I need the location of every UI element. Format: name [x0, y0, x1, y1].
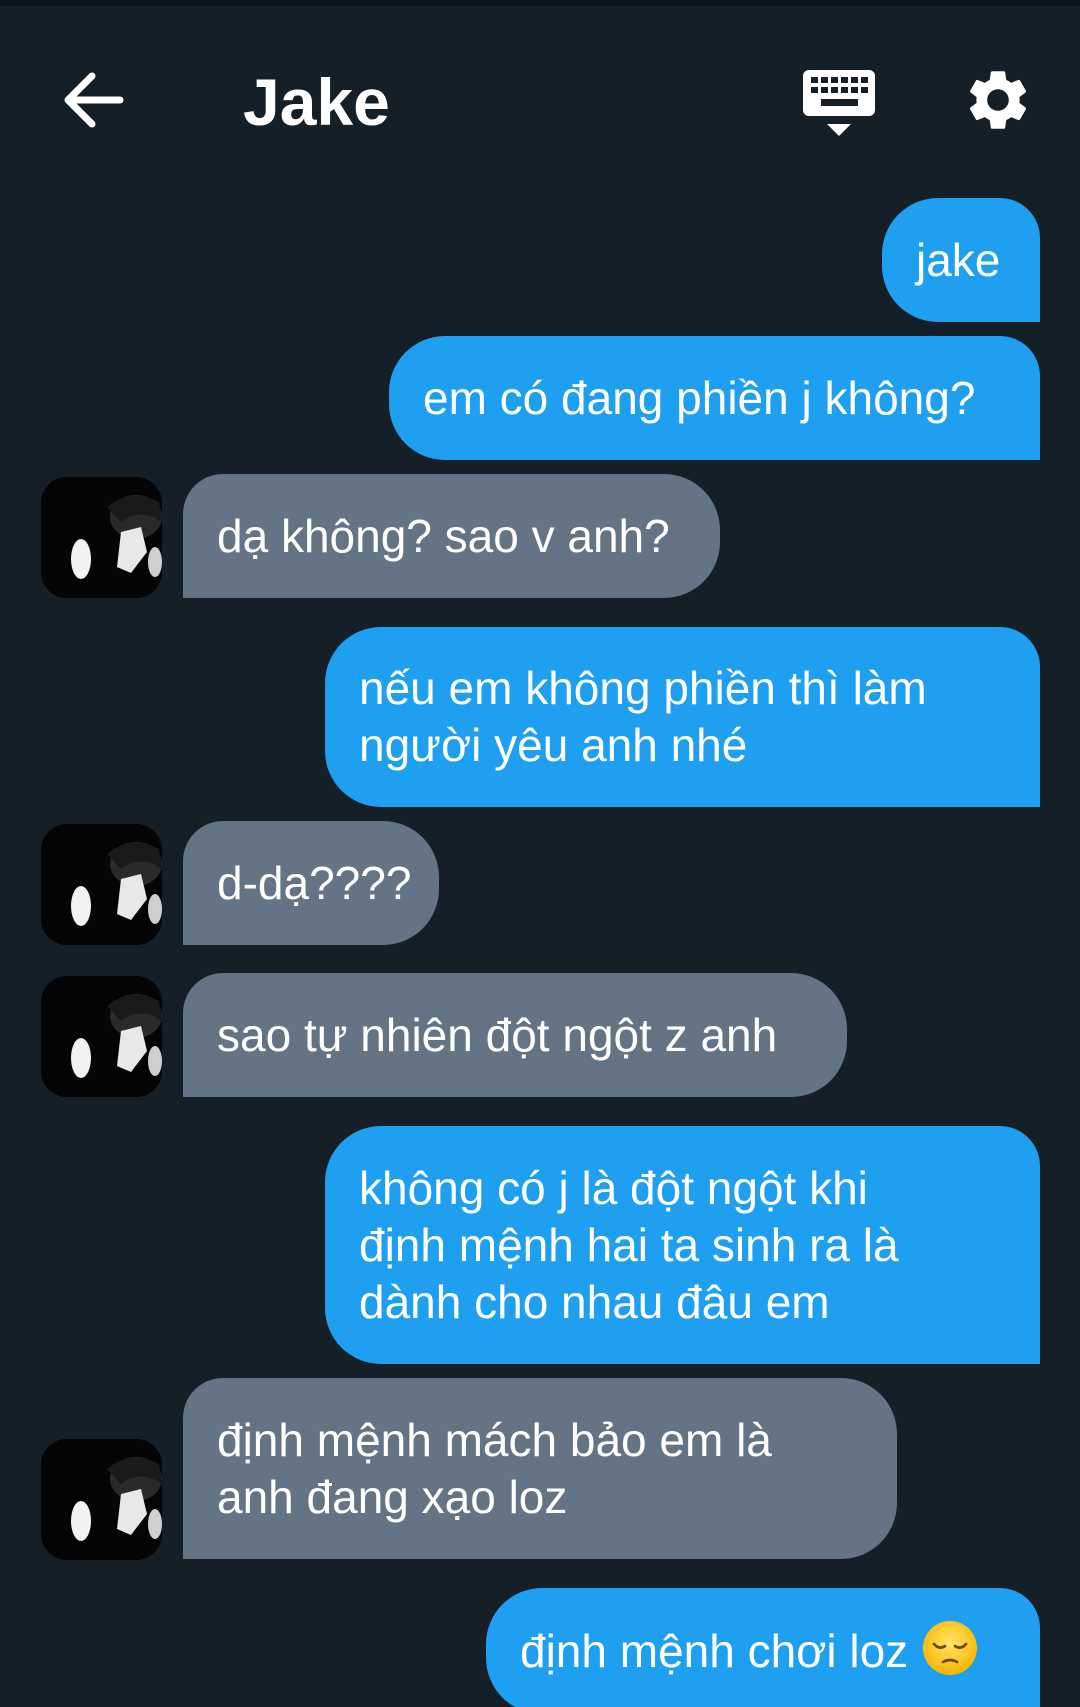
avatar-image	[41, 1439, 162, 1560]
message-received[interactable]: d-dạ????	[183, 821, 439, 945]
message-text: em có đang phiền j không?	[423, 371, 976, 424]
arrow-left-icon	[64, 72, 124, 128]
message-received[interactable]: định mệnh mách bảo em là anh đang xạo lo…	[183, 1378, 897, 1559]
contact-avatar[interactable]	[41, 824, 162, 945]
message-sent[interactable]: không có j là đột ngột khi định mệnh hai…	[325, 1126, 1040, 1364]
message-sent[interactable]: em có đang phiền j không?	[389, 336, 1040, 460]
status-bar-edge	[0, 0, 1080, 6]
contact-avatar[interactable]	[41, 1439, 162, 1560]
message-text-line: người yêu anh nhé	[359, 719, 748, 771]
avatar-image	[41, 824, 162, 945]
keyboard-toggle-button[interactable]	[800, 68, 878, 140]
message-text-line: định mệnh mách bảo em là	[217, 1413, 772, 1466]
chat-screen: Jake jake em có đang phiền j không? dạ k…	[0, 0, 1080, 1707]
message-text: dạ không? sao v anh?	[217, 509, 670, 562]
keyboard-icon	[803, 70, 875, 136]
contact-name: Jake	[243, 65, 390, 139]
message-sent[interactable]: định mệnh chơi loz	[486, 1588, 1040, 1707]
message-text-line: định mệnh hai ta sinh ra là	[359, 1218, 899, 1271]
message-text-line: nếu em không phiền thì làm	[359, 662, 927, 714]
back-button[interactable]	[60, 70, 130, 130]
message-text: jake	[916, 233, 1001, 286]
message-received[interactable]: sao tự nhiên đột ngột z anh	[183, 973, 847, 1097]
contact-avatar[interactable]	[41, 976, 162, 1097]
message-text-line: anh đang xạo loz	[217, 1470, 568, 1523]
settings-button[interactable]	[962, 64, 1034, 136]
message-text-line: không có j là đột ngột khi	[359, 1161, 868, 1214]
message-sent[interactable]: jake	[882, 198, 1040, 322]
message-text: sao tự nhiên đột ngột z anh	[217, 1008, 778, 1061]
message-text: d-dạ????	[217, 856, 412, 909]
message-sent[interactable]: nếu em không phiền thì làm người yêu anh…	[325, 627, 1040, 807]
contact-avatar[interactable]	[41, 477, 162, 598]
message-received[interactable]: dạ không? sao v anh?	[183, 474, 720, 598]
pensive-face-icon	[923, 1621, 978, 1675]
message-text-line: dành cho nhau đâu em	[359, 1275, 830, 1328]
message-text: định mệnh chơi loz	[520, 1624, 909, 1677]
gear-icon	[969, 71, 1027, 129]
avatar-image	[41, 976, 162, 1097]
avatar-image	[41, 477, 162, 598]
